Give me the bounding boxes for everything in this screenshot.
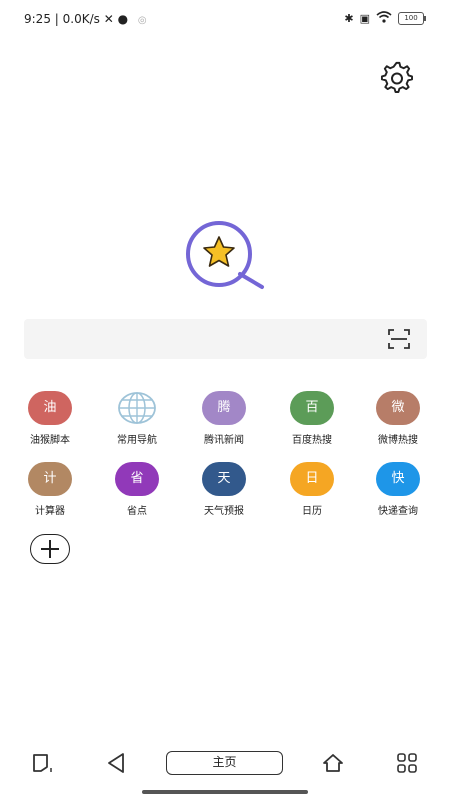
bottom-nav: 主页: [0, 745, 450, 781]
app-item-shengdian[interactable]: 省 省点: [97, 462, 177, 522]
app-item-common-nav[interactable]: 常用导航: [97, 391, 177, 451]
back-icon[interactable]: [104, 751, 128, 775]
search-bar: [24, 319, 427, 359]
app-item-youhou-script[interactable]: 油 油猴脚本: [10, 391, 90, 451]
search-input[interactable]: [34, 327, 378, 353]
app-icon: 百: [290, 391, 334, 425]
grid-menu-icon[interactable]: [395, 751, 419, 775]
notification-icons: ✕ ●: [103, 12, 129, 26]
app-icon: 省: [115, 462, 159, 496]
app-icon: 腾: [202, 391, 246, 425]
app-item-calculator[interactable]: 计 计算器: [10, 462, 90, 522]
globe-icon: [115, 391, 159, 425]
network-speed: 0.0K/s: [62, 12, 100, 26]
plus-icon: [41, 540, 59, 558]
app-item-weibo-hot[interactable]: 微 微博热搜: [358, 391, 438, 451]
wifi-icon: [376, 11, 392, 26]
bluetooth-icon: ✱: [344, 12, 354, 25]
scan-icon[interactable]: [387, 328, 411, 350]
app-label: 计算器: [35, 506, 65, 517]
app-icon: 快: [376, 462, 420, 496]
app-label: 微博热搜: [378, 435, 418, 446]
app-label: 油猴脚本: [30, 435, 70, 446]
add-shortcut-button[interactable]: [30, 534, 70, 564]
vpn-icon: ◎: [137, 15, 147, 26]
app-icon: 计: [28, 462, 72, 496]
home-page-button[interactable]: 主页: [166, 751, 283, 775]
app-logo: [182, 219, 270, 291]
tabs-icon[interactable]: [31, 751, 55, 775]
battery-icon: 100: [398, 12, 426, 25]
app-label: 省点: [127, 506, 147, 517]
app-icon: 油: [28, 391, 72, 425]
status-divider: |: [54, 12, 63, 26]
app-icon: 日: [290, 462, 334, 496]
app-item-tencent-news[interactable]: 腾 腾讯新闻: [184, 391, 264, 451]
sim-icon: ▣: [359, 12, 370, 25]
status-bar: 9:25 | 0.0K/s ✕ ● ◎ ✱ ▣ 100: [0, 0, 450, 40]
status-left: 9:25 | 0.0K/s ✕ ● ◎: [24, 12, 147, 26]
app-label: 天气预报: [204, 506, 244, 517]
app-icon: 微: [376, 391, 420, 425]
app-label: 快递查询: [378, 506, 418, 517]
app-label: 百度热搜: [292, 435, 332, 446]
app-item-express[interactable]: 快 快递查询: [358, 462, 438, 522]
app-icon: 天: [202, 462, 246, 496]
app-label: 常用导航: [117, 435, 157, 446]
status-right: ✱ ▣ 100: [344, 11, 426, 26]
app-label: 日历: [302, 506, 322, 517]
home-icon[interactable]: [321, 751, 345, 775]
app-label: 腾讯新闻: [204, 435, 244, 446]
app-item-calendar[interactable]: 日 日历: [272, 462, 352, 522]
gesture-handle[interactable]: [142, 790, 308, 794]
status-time: 9:25: [24, 12, 51, 26]
gear-icon[interactable]: [380, 61, 414, 95]
app-item-weather[interactable]: 天 天气预报: [184, 462, 264, 522]
app-item-baidu-hot[interactable]: 百 百度热搜: [272, 391, 352, 451]
